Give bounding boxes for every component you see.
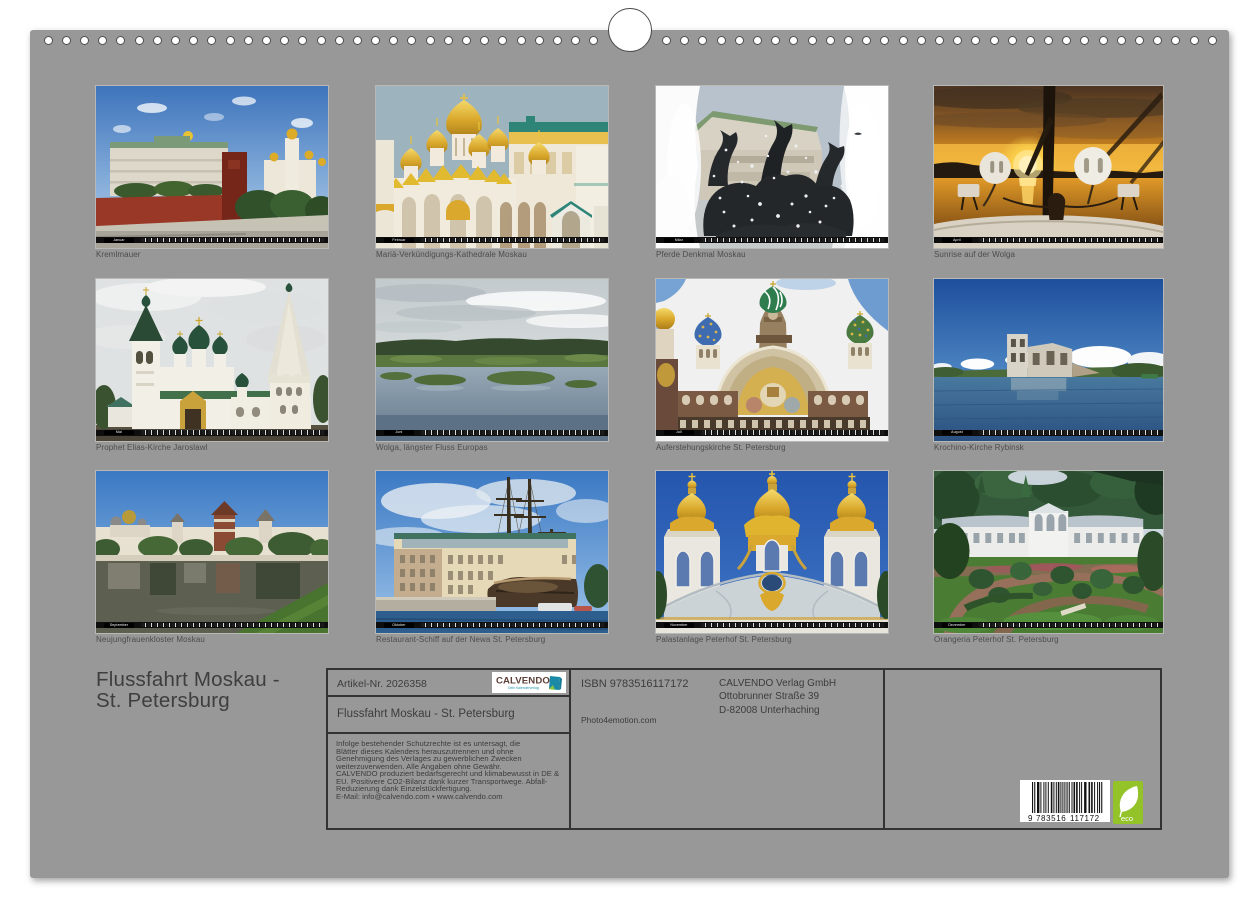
svg-text:9: 9 (1028, 814, 1033, 822)
svg-text:eco: eco (1121, 814, 1133, 823)
svg-text:117172: 117172 (1070, 814, 1100, 822)
svg-text:783516: 783516 (1036, 814, 1066, 822)
svg-text:CALVENDO: CALVENDO (496, 676, 550, 687)
svg-text:Dein Kalenderverlag: Dein Kalenderverlag (508, 686, 539, 690)
